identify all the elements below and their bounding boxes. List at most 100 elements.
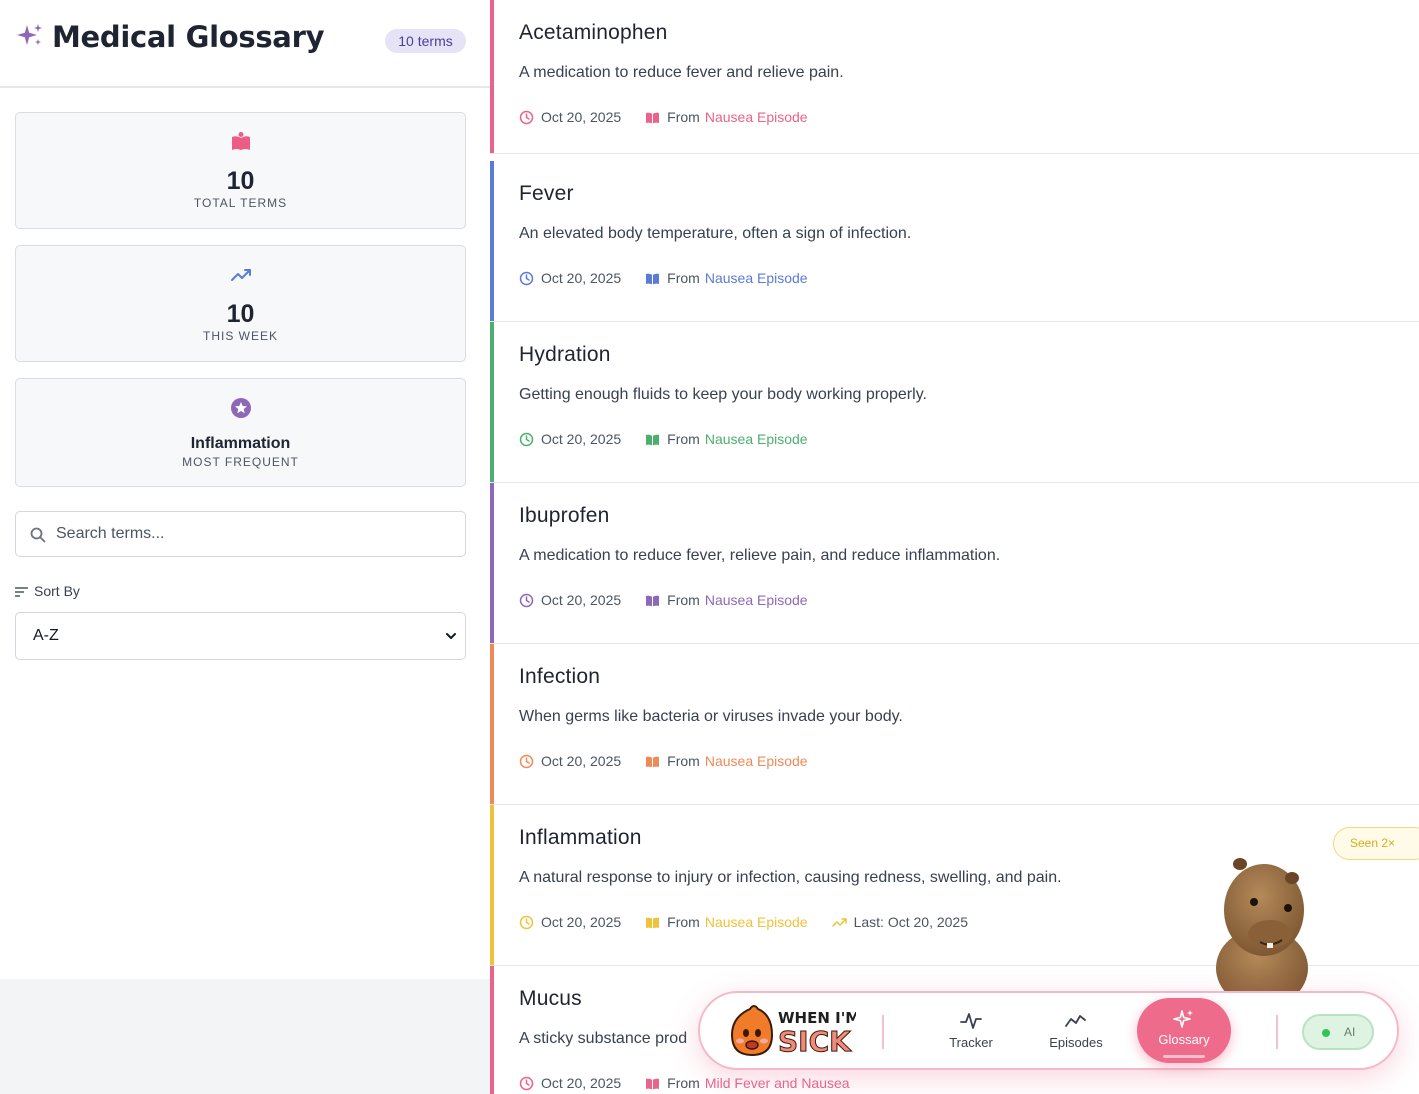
status-dot-icon [1322, 1029, 1330, 1037]
nav-divider [1276, 1015, 1278, 1049]
sidebar-header: Medical Glossary 10 terms [0, 0, 490, 88]
nav-item-label: Tracker [949, 1035, 993, 1050]
book-open-icon [231, 132, 250, 150]
term-color-bar [490, 161, 494, 321]
term-title: Mucus [519, 987, 582, 1010]
term-source-link[interactable]: Mild Fever and Nausea [705, 1075, 850, 1091]
clock-icon [519, 432, 534, 446]
term-from-label: From [667, 109, 700, 125]
term-source-link[interactable]: Nausea Episode [705, 914, 808, 930]
term-date: Oct 20, 2025 [541, 753, 622, 769]
nav-item-label: Glossary [1158, 1032, 1210, 1047]
term-date: Oct 20, 2025 [541, 592, 622, 608]
page-title: Medical Glossary [52, 20, 325, 54]
ai-toggle[interactable]: AI [1302, 1014, 1374, 1050]
term-date: Oct 20, 2025 [541, 914, 622, 930]
trending-up-icon [230, 269, 251, 281]
sort-select[interactable]: A-Z [15, 612, 466, 660]
sidebar: Medical Glossary 10 terms 10 TOTAL TERMS… [0, 0, 490, 1094]
term-definition: Getting enough fluids to keep your body … [519, 386, 927, 403]
clock-icon [519, 1076, 534, 1090]
nav-item-tracker[interactable]: Tracker [926, 1011, 1016, 1050]
term-date: Oct 20, 2025 [541, 431, 622, 447]
sparkles-icon [17, 24, 42, 45]
term-from-label: From [667, 1075, 700, 1091]
book-open-icon [646, 917, 660, 928]
logo-text-bottom: SICK [778, 1025, 852, 1058]
term-title: Ibuprofen [519, 504, 610, 527]
term-color-bar [490, 644, 494, 804]
glossary-term-row[interactable]: Hydration Getting enough fluids to keep … [490, 322, 1419, 483]
term-color-bar [490, 322, 494, 482]
term-meta: Oct 20, 2025 From Mild Fever and Nausea [519, 1075, 850, 1091]
trending-up-icon [831, 917, 847, 927]
term-definition: A natural response to injury or infectio… [519, 869, 1062, 886]
stat-card-this-week: 10 THIS WEEK [15, 245, 466, 362]
term-date: Oct 20, 2025 [541, 109, 622, 125]
term-source-link[interactable]: Nausea Episode [705, 753, 808, 769]
bottom-nav: WHEN I'M SICK Tracker Episodes Glossary … [698, 991, 1399, 1070]
clock-icon [519, 593, 534, 607]
term-definition: A medication to reduce fever, relieve pa… [519, 547, 1001, 564]
term-date: Oct 20, 2025 [541, 270, 622, 286]
search-input[interactable] [56, 520, 456, 548]
stat-card-total-terms: 10 TOTAL TERMS [15, 112, 466, 229]
stat-label: MOST FREQUENT [182, 455, 299, 469]
ai-toggle-label: AI [1344, 1025, 1356, 1039]
clock-icon [519, 110, 534, 124]
term-meta: Oct 20, 2025 From Nausea Episode [519, 592, 808, 608]
capybara-mascot [1216, 858, 1308, 1000]
term-from-label: From [667, 270, 700, 286]
stat-value: 10 [226, 300, 255, 328]
glossary-term-row[interactable]: Ibuprofen A medication to reduce fever, … [490, 483, 1419, 644]
term-title: Fever [519, 182, 574, 205]
search-box[interactable] [15, 511, 466, 557]
term-from-label: From [667, 592, 700, 608]
sidebar-panel: Medical Glossary 10 terms 10 TOTAL TERMS… [0, 0, 490, 979]
nav-item-glossary[interactable]: Glossary [1137, 998, 1231, 1063]
term-source-link[interactable]: Nausea Episode [705, 109, 808, 125]
chevron-down-icon [446, 633, 456, 639]
term-from-label: From [667, 753, 700, 769]
nav-item-episodes[interactable]: Episodes [1031, 1011, 1121, 1050]
sparkles-icon [1173, 1010, 1193, 1028]
term-meta: Oct 20, 2025 From Nausea Episode [519, 109, 808, 125]
term-source-link[interactable]: Nausea Episode [705, 431, 808, 447]
glossary-term-row[interactable]: Acetaminophen A medication to reduce fev… [490, 0, 1419, 154]
term-color-bar [490, 483, 494, 643]
term-meta: Oct 20, 2025 From Nausea Episode Last: Oc… [519, 914, 968, 930]
sort-icon [15, 587, 28, 597]
term-title: Hydration [519, 343, 611, 366]
term-color-bar [490, 966, 494, 1094]
book-open-icon [646, 1078, 660, 1089]
glossary-term-row[interactable]: Infection When germs like bacteria or vi… [490, 644, 1419, 805]
term-from-label: From [667, 431, 700, 447]
stat-label: THIS WEEK [202, 329, 278, 343]
clock-icon [519, 915, 534, 929]
term-meta: Oct 20, 2025 From Nausea Episode [519, 431, 808, 447]
seen-count-badge: Seen 2× [1333, 827, 1419, 860]
term-from-label: From [667, 914, 700, 930]
clock-icon [519, 271, 534, 285]
term-color-bar [490, 805, 494, 965]
book-open-icon [646, 756, 660, 767]
book-open-icon [646, 595, 660, 606]
app-logo[interactable]: WHEN I'M SICK [728, 1001, 856, 1061]
term-definition: An elevated body temperature, often a si… [519, 225, 912, 242]
activity-icon [960, 1013, 982, 1029]
stat-value: Inflammation [190, 435, 291, 452]
term-definition: When germs like bacteria or viruses inva… [519, 708, 903, 725]
search-icon [30, 527, 46, 543]
term-title: Infection [519, 665, 601, 688]
star-circle-icon [230, 398, 251, 418]
term-source-link[interactable]: Nausea Episode [705, 592, 808, 608]
term-definition: A sticky substance prod [519, 1030, 688, 1047]
term-source-link[interactable]: Nausea Episode [705, 270, 808, 286]
nav-item-label: Episodes [1049, 1035, 1103, 1050]
glossary-term-row[interactable]: Fever An elevated body temperature, ofte… [490, 161, 1419, 322]
sort-label-text: Sort By [34, 583, 80, 599]
term-date: Oct 20, 2025 [541, 1075, 622, 1091]
book-open-icon [646, 434, 660, 445]
trend-line-icon [1065, 1015, 1086, 1027]
term-last-seen: Last: Oct 20, 2025 [853, 914, 968, 930]
